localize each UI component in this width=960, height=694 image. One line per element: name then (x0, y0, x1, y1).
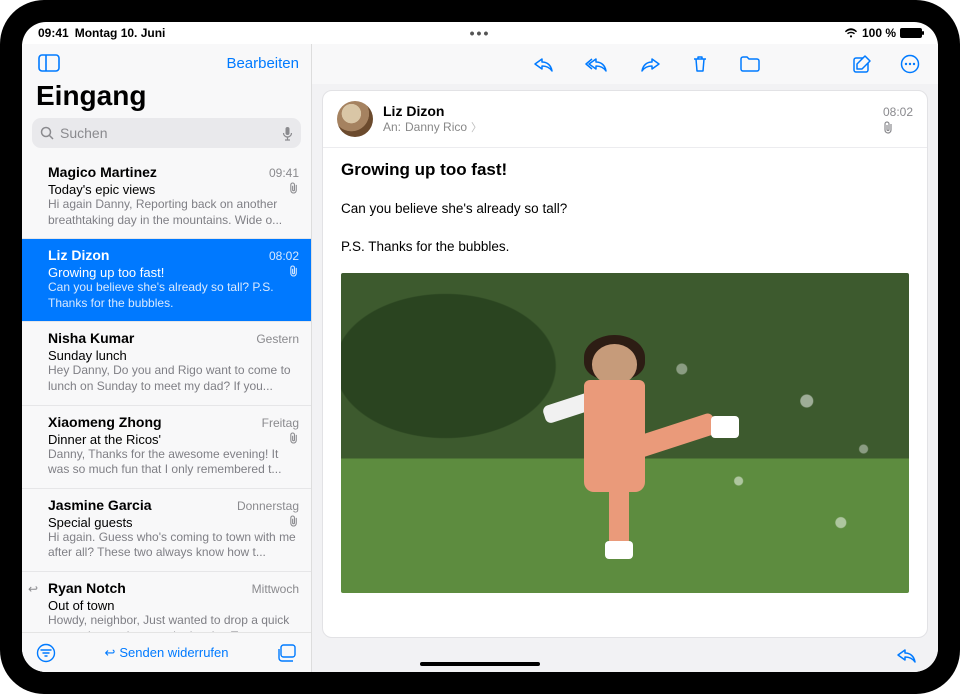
item-preview: Hi again. Guess who's coming to town wit… (48, 530, 299, 561)
to-label: An: (383, 120, 401, 134)
move-button[interactable] (735, 50, 765, 78)
search-field[interactable] (32, 118, 301, 148)
filter-button[interactable] (32, 639, 60, 667)
item-sender: Liz Dizon (48, 247, 109, 263)
item-subject: Out of town (48, 598, 299, 613)
quick-reply-button[interactable] (892, 642, 922, 668)
message-list-item[interactable]: Xiaomeng Zhong Freitag Dinner at the Ric… (22, 406, 311, 489)
item-sender: Magico Martinez (48, 164, 157, 180)
stack-icon (277, 644, 297, 662)
mailbox-title: Eingang (22, 80, 311, 118)
search-icon (40, 126, 54, 140)
status-bar: 09:41 Montag 10. Juni ••• 100 % (22, 22, 938, 44)
battery-icon (900, 28, 922, 38)
item-time: 09:41 (269, 166, 299, 180)
reply-button[interactable] (529, 50, 559, 78)
item-sender: Xiaomeng Zhong (48, 414, 162, 430)
status-time: 09:41 (38, 26, 69, 40)
message-list-item[interactable]: ↩ Ryan Notch Mittwoch Out of town Howdy,… (22, 572, 311, 632)
battery-percent: 100 % (862, 26, 896, 40)
mail-subject: Growing up too fast! (341, 160, 909, 180)
attachment-icon (289, 515, 299, 527)
mailbox-sidebar: Bearbeiten Eingang Magico Martinez 09:41… (22, 44, 312, 672)
edit-button[interactable]: Bearbeiten (226, 55, 299, 72)
forward-icon (639, 55, 661, 73)
message-time: 08:02 (883, 105, 913, 119)
item-time: 08:02 (269, 249, 299, 263)
reply-all-button[interactable] (581, 50, 613, 78)
item-preview: Can you believe she's already so tall? P… (48, 280, 299, 311)
filter-icon (36, 643, 56, 663)
undo-send-button[interactable]: ↩ Senden widerrufen (104, 645, 228, 661)
item-sender: Ryan Notch (48, 580, 126, 596)
item-preview: Hey Danny, Do you and Rigo want to come … (48, 363, 299, 394)
sidebar-toggle-button[interactable] (34, 50, 64, 76)
trash-button[interactable] (687, 50, 713, 78)
reply-icon (896, 646, 918, 664)
item-time: Gestern (256, 332, 299, 346)
trash-icon (691, 54, 709, 74)
item-sender: Nisha Kumar (48, 330, 134, 346)
message-list-item[interactable]: Nisha Kumar Gestern Sunday lunch Hey Dan… (22, 322, 311, 405)
undo-icon: ↩ (104, 645, 115, 661)
dictate-icon[interactable] (282, 126, 293, 141)
sender-avatar[interactable] (337, 101, 373, 137)
message-body[interactable]: Growing up too fast! Can you believe she… (323, 148, 927, 637)
message-list[interactable]: Magico Martinez 09:41 Today's epic views… (22, 156, 311, 632)
sender-name: Liz Dizon (383, 103, 873, 119)
search-input[interactable] (60, 125, 276, 141)
attached-photo[interactable] (341, 273, 909, 593)
mail-body-line: P.S. Thanks for the bubbles. (341, 236, 909, 258)
wifi-icon (844, 28, 858, 38)
item-time: Donnerstag (237, 499, 299, 513)
replied-icon: ↩ (28, 582, 38, 596)
forward-button[interactable] (635, 50, 665, 78)
message-list-item[interactable]: Magico Martinez 09:41 Today's epic views… (22, 156, 311, 239)
folder-icon (739, 55, 761, 73)
detail-toolbar (312, 44, 938, 84)
item-time: Freitag (262, 416, 299, 430)
item-time: Mittwoch (252, 582, 299, 596)
mail-body-line: Can you believe she's already so tall? (341, 198, 909, 220)
to-name[interactable]: Danny Rico (405, 120, 467, 134)
attachment-icon (289, 432, 299, 444)
multitask-dots[interactable]: ••• (470, 25, 491, 41)
compose-icon (852, 54, 872, 74)
attachment-icon (289, 265, 299, 277)
message-detail-pane: Liz Dizon An: Danny Rico 〉 08:02 (312, 44, 938, 672)
status-date: Montag 10. Juni (75, 26, 166, 40)
message-card: Liz Dizon An: Danny Rico 〉 08:02 (322, 90, 928, 638)
item-preview: Hi again Danny, Reporting back on anothe… (48, 197, 299, 228)
message-list-item[interactable]: Jasmine Garcia Donnerstag Special guests… (22, 489, 311, 572)
sidebar-icon (38, 54, 60, 72)
undo-label: Senden widerrufen (119, 645, 228, 660)
reply-icon (533, 55, 555, 73)
compose-button[interactable] (848, 50, 876, 78)
item-sender: Jasmine Garcia (48, 497, 152, 513)
item-subject: Growing up too fast! (48, 265, 299, 280)
reply-all-icon (585, 55, 609, 73)
item-subject: Sunday lunch (48, 348, 299, 363)
item-preview: Howdy, neighbor, Just wanted to drop a q… (48, 613, 299, 632)
compose-stack-button[interactable] (273, 640, 301, 666)
chevron-right-icon[interactable]: 〉 (471, 119, 482, 135)
item-subject: Today's epic views (48, 182, 299, 197)
item-subject: Dinner at the Ricos' (48, 432, 299, 447)
item-subject: Special guests (48, 515, 299, 530)
attachment-icon (289, 182, 299, 194)
item-preview: Danny, Thanks for the awesome evening! I… (48, 447, 299, 478)
ellipsis-circle-icon (900, 54, 920, 74)
message-list-item[interactable]: Liz Dizon 08:02 Growing up too fast! Can… (22, 239, 311, 322)
attachment-icon (883, 121, 913, 134)
home-indicator[interactable] (420, 662, 540, 666)
message-header[interactable]: Liz Dizon An: Danny Rico 〉 08:02 (323, 91, 927, 148)
more-button[interactable] (896, 50, 924, 78)
